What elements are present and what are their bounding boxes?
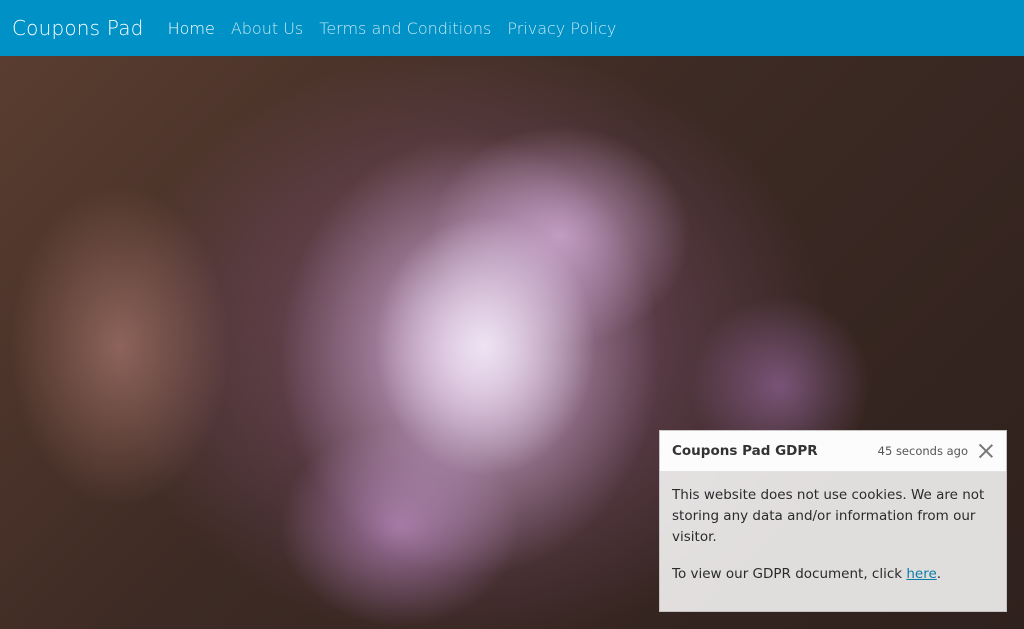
gdpr-document-link[interactable]: here xyxy=(906,566,936,582)
gdpr-prefix: To view our GDPR document, click xyxy=(672,566,907,582)
nav-link-about-us[interactable]: About Us xyxy=(231,19,303,38)
page: Coupons Pad Home About Us Terms and Cond… xyxy=(0,0,1024,629)
toast-header: Coupons Pad GDPR 45 seconds ago xyxy=(660,431,1006,472)
toast-timestamp: 45 seconds ago xyxy=(877,444,968,458)
nav-link-home[interactable]: Home xyxy=(168,19,215,38)
toast-message: This website does not use cookies. We ar… xyxy=(672,487,985,545)
close-icon[interactable] xyxy=(978,443,994,459)
brand-logo[interactable]: Coupons Pad xyxy=(12,16,144,40)
gdpr-toast: Coupons Pad GDPR 45 seconds ago This web… xyxy=(659,430,1007,612)
nav-link-terms[interactable]: Terms and Conditions xyxy=(319,19,491,38)
top-navbar: Coupons Pad Home About Us Terms and Cond… xyxy=(0,0,1024,56)
gdpr-suffix: . xyxy=(936,566,942,582)
nav-link-privacy[interactable]: Privacy Policy xyxy=(507,19,616,38)
gdpr-line: To view our GDPR document, click here. xyxy=(672,564,994,585)
toast-title: Coupons Pad GDPR xyxy=(672,443,818,459)
toast-body: This website does not use cookies. We ar… xyxy=(660,472,1006,585)
